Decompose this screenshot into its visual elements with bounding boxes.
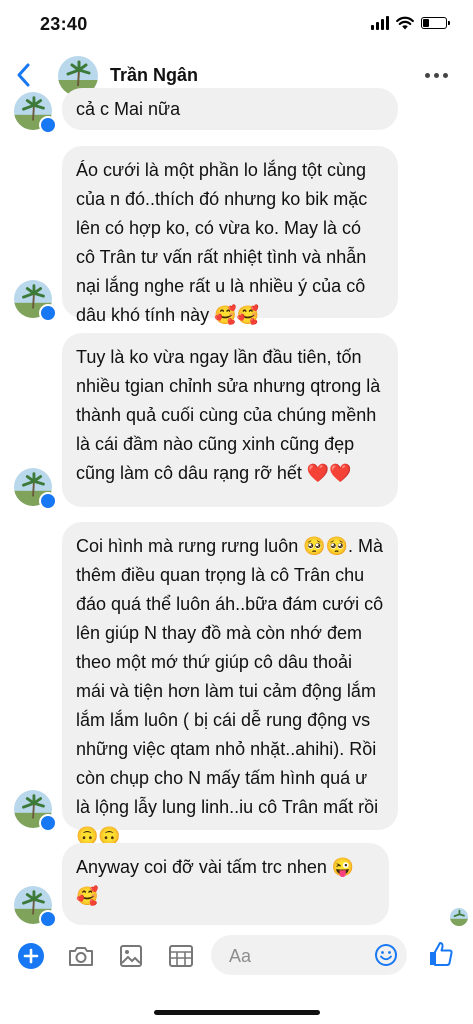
battery-icon xyxy=(421,17,450,29)
emoji-icon[interactable] xyxy=(373,942,399,968)
message-composer xyxy=(0,935,473,977)
status-icons xyxy=(371,16,450,30)
plus-circle-icon[interactable] xyxy=(16,941,46,971)
messenger-badge-icon xyxy=(39,910,57,928)
message-bubble[interactable]: Áo cưới là một phần lo lắng tột cùng của… xyxy=(62,146,398,325)
message-input[interactable] xyxy=(227,935,361,977)
messenger-badge-icon xyxy=(39,492,57,510)
status-time: 23:40 xyxy=(40,14,88,34)
message-bubble[interactable]: cả c Mai nữa xyxy=(62,88,398,130)
sticker-gif-icon[interactable] xyxy=(166,941,196,971)
contact-name[interactable]: Trần Ngân xyxy=(110,65,198,86)
photo-gallery-icon[interactable] xyxy=(116,941,146,971)
message-bubble[interactable]: Coi hình mà rưng rưng luôn 🥺🥺. Mà thêm đ… xyxy=(62,522,398,846)
message-input-pill[interactable] xyxy=(211,935,407,977)
back-chevron-icon[interactable] xyxy=(14,60,34,90)
camera-icon[interactable] xyxy=(66,941,96,971)
more-options-icon[interactable] xyxy=(425,70,449,80)
seen-receipt-avatar xyxy=(450,908,468,926)
home-indicator xyxy=(154,1010,320,1015)
messenger-badge-icon xyxy=(39,814,57,832)
messenger-badge-icon xyxy=(39,304,57,322)
message-bubble[interactable]: Tuy là ko vừa ngay lần đầu tiên, tốn nhi… xyxy=(62,333,398,507)
cellular-signal-icon xyxy=(371,16,389,30)
message-bubble[interactable]: Anyway coi đỡ vài tấm trc nhen 😜 🥰 xyxy=(62,843,389,925)
wifi-icon xyxy=(396,16,414,30)
status-bar: 23:40 xyxy=(0,0,473,50)
messenger-badge-icon xyxy=(39,116,57,134)
thumbs-up-icon[interactable] xyxy=(426,939,456,969)
